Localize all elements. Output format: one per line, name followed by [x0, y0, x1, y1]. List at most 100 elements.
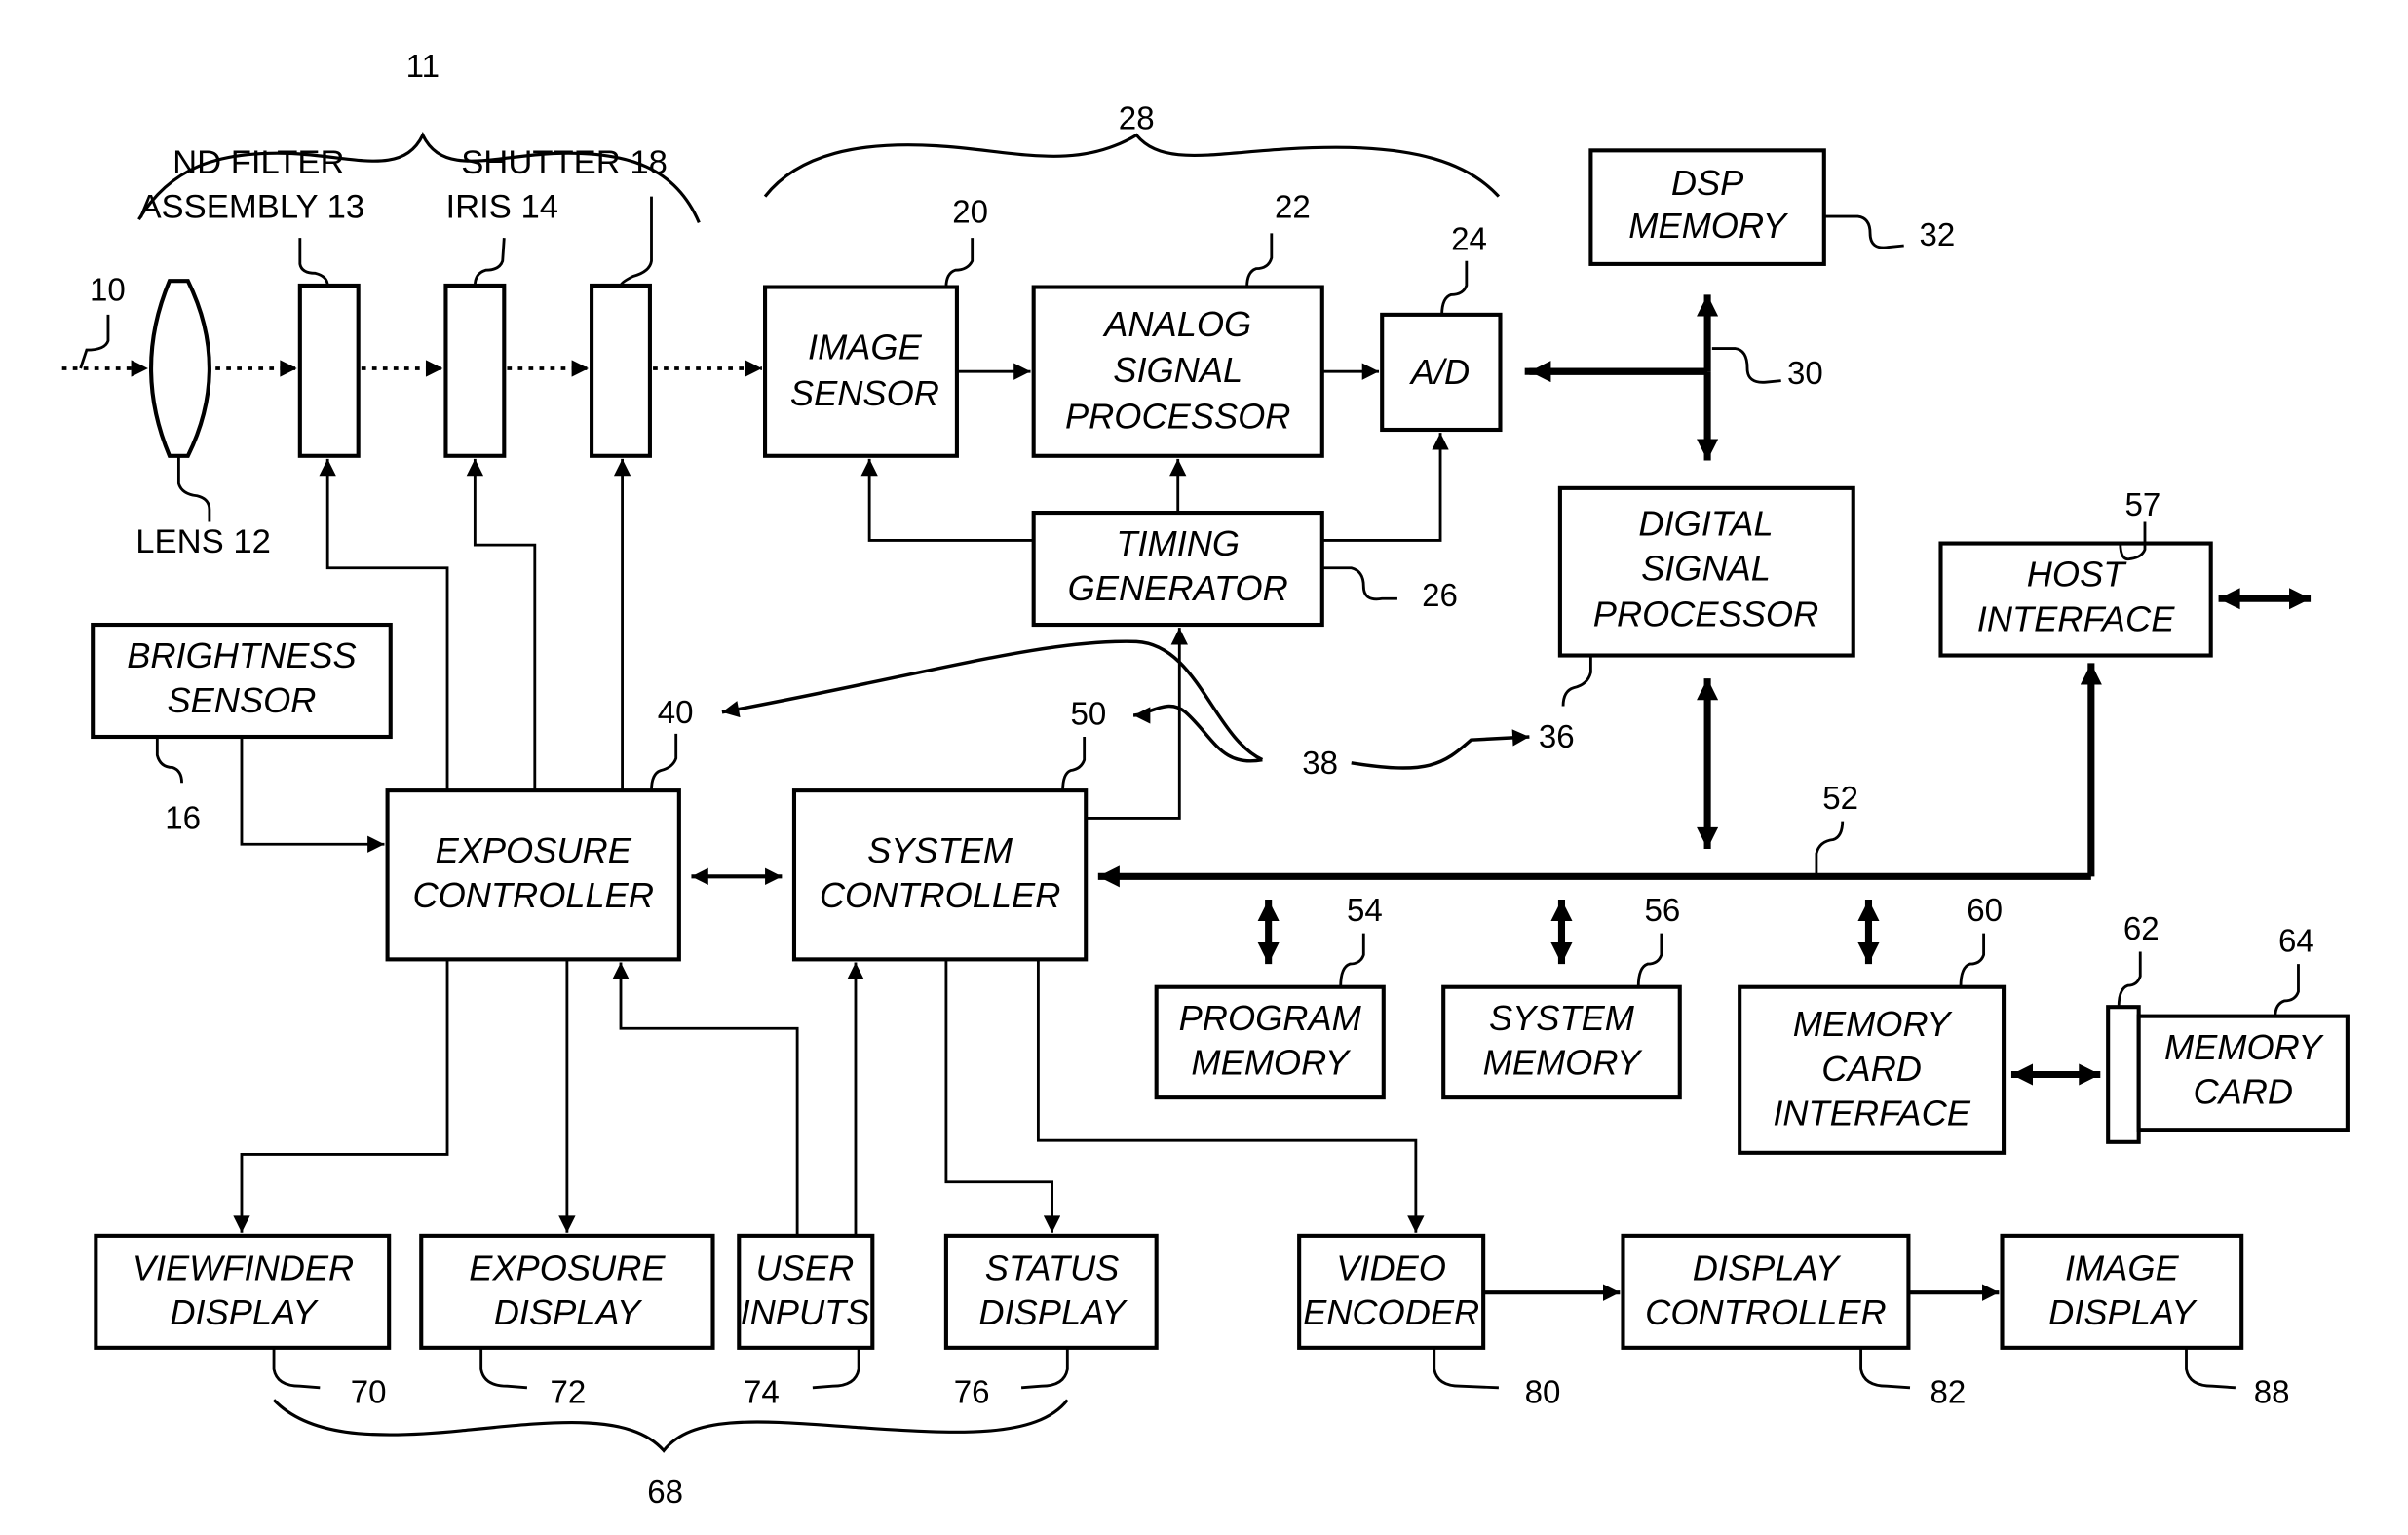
system-memory-label-1: SYSTEM: [1489, 998, 1635, 1038]
tg-to-ad: [1321, 433, 1449, 542]
ref-68: 68: [647, 1475, 683, 1511]
lead-74: [812, 1347, 860, 1390]
lead-56: [1636, 933, 1663, 987]
lead-54: [1339, 933, 1365, 987]
exposure-to-iris: [466, 458, 537, 791]
brightness-sensor-label-2: SENSOR: [167, 680, 316, 720]
image-display-label-2: DISPLAY: [2048, 1292, 2198, 1332]
mci-label-2: CARD: [1821, 1049, 1922, 1089]
program-memory-label-1: PROGRAM: [1179, 998, 1362, 1038]
lead-70: [272, 1347, 321, 1390]
viewfinder-label-2: DISPLAY: [170, 1292, 319, 1332]
lead-18: [619, 196, 653, 287]
iris-label: IRIS 14: [445, 189, 558, 226]
ref-10: 10: [90, 273, 126, 309]
ref-60: 60: [1967, 893, 2003, 929]
lead-52: [1815, 821, 1845, 874]
display-controller-label-1: DISPLAY: [1693, 1248, 1842, 1288]
lead-16: [155, 737, 183, 784]
ref-72: 72: [551, 1375, 587, 1411]
lead-32: [1823, 214, 1904, 249]
brightness-to-exposure: [240, 737, 385, 853]
exposure-display-label-1: EXPOSURE: [469, 1248, 666, 1288]
ref-36: 36: [1539, 719, 1575, 755]
ref-80: 80: [1525, 1375, 1561, 1411]
mci-label-1: MEMORY: [1793, 1004, 1953, 1044]
system-controller-label-2: CONTROLLER: [820, 875, 1061, 915]
brace-28: [763, 133, 1501, 198]
timing-generator-label-2: GENERATOR: [1068, 568, 1288, 608]
image-sensor-label: IMAGE: [808, 327, 923, 367]
ref-11: 11: [406, 49, 440, 85]
lead-64: [2274, 964, 2300, 1017]
video-encoder-label-1: VIDEO: [1336, 1248, 1446, 1288]
host-interface-label-2: INTERFACE: [1977, 598, 2175, 638]
nd-filter-label-2: ASSEMBLY 13: [138, 189, 364, 226]
pointer-38-to-36: [1351, 729, 1530, 770]
ref-82: 82: [1930, 1375, 1966, 1411]
exposure-to-viewfinder: [233, 959, 449, 1233]
ref-88: 88: [2254, 1375, 2290, 1411]
lead-24: [1440, 260, 1469, 315]
lens-label: LENS 12: [135, 523, 271, 560]
lead-62: [2117, 951, 2142, 1008]
asp-label-2: SIGNAL: [1113, 350, 1242, 390]
image-sensor-label-2: SENSOR: [790, 373, 939, 413]
ref-40: 40: [658, 695, 694, 731]
memory-card-label-1: MEMORY: [2164, 1027, 2324, 1067]
program-memory-label-2: MEMORY: [1191, 1043, 1351, 1083]
lead-82: [1859, 1347, 1911, 1390]
user-inputs-label-1: USER: [756, 1248, 855, 1288]
asp-label-1: ANALOG: [1102, 304, 1251, 344]
ref-32: 32: [1919, 217, 1955, 253]
lead-10: [79, 314, 110, 369]
image-display-label-1: IMAGE: [2065, 1248, 2180, 1288]
dsp-label-3: PROCESSOR: [1593, 595, 1818, 634]
exposure-display-label-2: DISPLAY: [494, 1292, 643, 1332]
ref-26: 26: [1422, 578, 1458, 614]
host-interface-label-1: HOST: [2027, 555, 2127, 595]
lead-88: [2185, 1347, 2236, 1390]
ref-62: 62: [2123, 911, 2160, 947]
lens-element: [149, 279, 211, 458]
ref-28: 28: [1119, 100, 1155, 136]
card-slot-62: [2106, 1005, 2141, 1144]
ref-20: 20: [952, 194, 988, 230]
lead-12: [176, 457, 211, 522]
lead-26: [1321, 566, 1397, 601]
user-inputs-to-exposure: [612, 962, 799, 1236]
ref-22: 22: [1275, 190, 1311, 226]
memory-card-label-2: CARD: [2193, 1071, 2293, 1111]
nd-filter-assembly-box: [297, 283, 361, 458]
status-display-label-1: STATUS: [985, 1248, 1120, 1288]
ref-70: 70: [351, 1375, 387, 1411]
lead-76: [1020, 1347, 1069, 1390]
system-memory-label-2: MEMORY: [1483, 1043, 1643, 1083]
shutter-label: SHUTTER 18: [461, 144, 668, 181]
ref-16: 16: [165, 800, 201, 836]
lead-22: [1245, 233, 1274, 288]
lead-36: [1561, 655, 1592, 707]
system-to-status: [944, 959, 1061, 1233]
ref-57: 57: [2125, 487, 2161, 523]
timing-generator-label-1: TIMING: [1116, 523, 1240, 563]
dsp-memory-label-1: DSP: [1671, 163, 1743, 203]
pointer-38-to-40: [721, 639, 1264, 762]
lead-30: [1711, 347, 1781, 384]
lead-80: [1433, 1347, 1499, 1390]
ref-64: 64: [2278, 923, 2314, 959]
mci-label-3: INTERFACE: [1773, 1093, 1970, 1132]
image-sensor-box: [763, 285, 959, 458]
system-controller-label-1: SYSTEM: [867, 830, 1013, 870]
display-controller-label-2: CONTROLLER: [1645, 1292, 1887, 1332]
camera-block-diagram: 11 ND FILTER ASSEMBLY 13 SHUTTER 18 IRIS…: [61, 49, 2350, 1511]
brightness-sensor-label-1: BRIGHTNESS: [127, 635, 356, 675]
lead-14: [473, 238, 506, 287]
ref-30: 30: [1787, 356, 1823, 392]
exposure-controller-label-2: CONTROLLER: [412, 875, 654, 915]
asp-label-3: PROCESSOR: [1065, 396, 1290, 436]
lead-20: [944, 238, 975, 288]
ad-label: A/D: [1409, 352, 1470, 392]
shutter-box: [590, 283, 652, 458]
lead-40: [650, 733, 678, 791]
